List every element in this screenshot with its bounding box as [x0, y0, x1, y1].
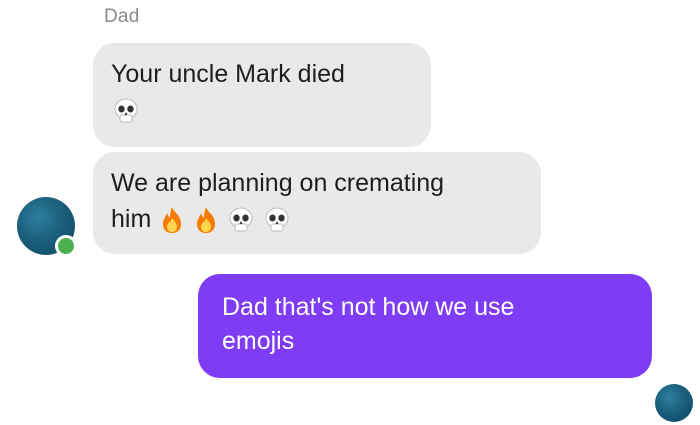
online-status-dot	[55, 235, 77, 257]
emoji-row	[111, 96, 141, 126]
sender-name: Dad	[104, 6, 140, 27]
fire-emoji-icon	[158, 205, 186, 235]
skull-emoji-icon	[226, 205, 256, 235]
incoming-message-bubble[interactable]: We are planning on cremating him	[93, 152, 541, 254]
fire-emoji-icon	[192, 205, 220, 235]
message-text: him	[111, 205, 152, 233]
emoji-row	[158, 205, 292, 235]
outgoing-message-bubble[interactable]: Dad that's not how we use emojis	[198, 274, 652, 378]
message-text: We are planning on cremating	[111, 169, 445, 197]
skull-emoji-icon	[111, 96, 141, 126]
skull-emoji-icon	[262, 205, 292, 235]
incoming-message-bubble[interactable]: Your uncle Mark died	[93, 43, 431, 147]
message-text: Dad that's not how we use	[222, 293, 515, 321]
user-avatar[interactable]	[655, 384, 693, 422]
message-text: emojis	[222, 327, 295, 355]
message-text: Your uncle Mark died	[111, 60, 345, 88]
